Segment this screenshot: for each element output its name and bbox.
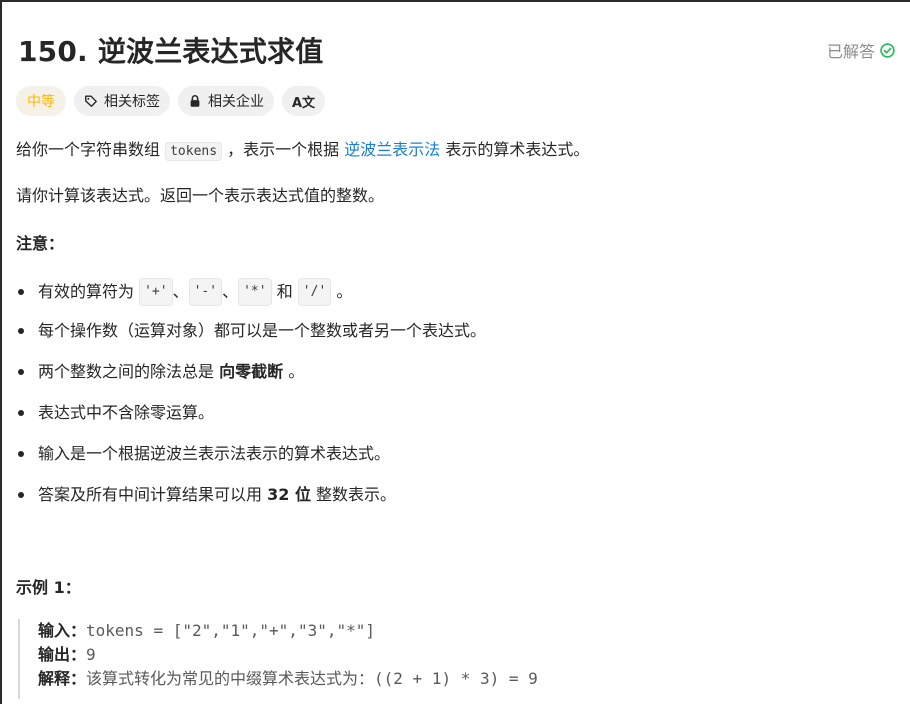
- list-item: 输入是一个根据逆波兰表示法表示的算术表达式。: [16, 442, 390, 466]
- text: 表示的算术表达式。: [445, 140, 590, 159]
- related-tags-button[interactable]: 相关标签: [74, 86, 170, 116]
- list-item: 每个操作数（运算对象）都可以是一个整数或者另一个表达式。: [16, 319, 486, 343]
- related-companies-button[interactable]: 相关企业: [178, 86, 274, 116]
- check-circle-icon: [880, 42, 895, 58]
- related-companies-label: 相关企业: [208, 94, 264, 110]
- inline-code: '/': [297, 278, 332, 306]
- bold-text: 向零截断: [219, 362, 284, 381]
- example-output: 输出：9: [38, 643, 878, 667]
- text: 、: [222, 282, 239, 301]
- solved-status: 已解答: [827, 38, 896, 62]
- text: 给你一个字符串数组: [16, 140, 161, 159]
- example-heading: 示例 1：: [16, 578, 81, 597]
- inline-code: '+': [139, 278, 173, 306]
- list-item: 两个整数之间的除法总是 向零截断 。: [16, 360, 304, 384]
- list-item: 表达式中不含除零运算。: [16, 401, 214, 425]
- output-value: 9: [86, 645, 96, 664]
- inline-code: '-': [188, 278, 223, 306]
- input-label: 输入：: [38, 621, 87, 640]
- translate-icon: A文: [292, 95, 316, 111]
- text: 两个整数之间的除法总是: [38, 362, 215, 381]
- text: 输入是一个根据逆波兰表示法表示的算术表达式。: [38, 444, 391, 463]
- list-item: 答案及所有中间计算结果可以用 32 位 整数表示。: [16, 483, 396, 507]
- bullet-icon: [18, 492, 24, 498]
- rpn-link[interactable]: 逆波兰表示法: [344, 140, 440, 159]
- example-explanation: 解释：该算式转化为常见的中缀算术表达式为：((2 + 1) * 3) = 9: [38, 667, 878, 691]
- text: 表达式中不含除零运算。: [38, 403, 215, 422]
- related-tags-label: 相关标签: [104, 94, 160, 110]
- text: 有效的算符为: [38, 282, 135, 301]
- inline-code-tokens: tokens: [165, 142, 223, 161]
- desc-paragraph-1: 给你一个字符串数组 tokens ，表示一个根据 逆波兰表示法 表示的算术表达式…: [16, 138, 589, 164]
- explain-label: 解释：: [38, 669, 87, 688]
- example-input: 输入：tokens = ["2","1","+","3","*"]: [38, 619, 878, 643]
- input-value: tokens = ["2","1","+","3","*"]: [86, 621, 375, 640]
- lock-icon: [190, 95, 200, 107]
- example-block: 输入：tokens = ["2","1","+","3","*"] 输出：9 解…: [18, 619, 878, 699]
- solved-label: 已解答: [826, 42, 875, 61]
- bullet-icon: [18, 289, 24, 295]
- desc-paragraph-2: 请你计算该表达式。返回一个表示表达式值的整数。: [16, 186, 385, 205]
- list-item: 有效的算符为 '+' 、 '-' 、 '*' 和 '/' 。: [16, 278, 352, 306]
- bold-text: 32 位: [267, 485, 311, 504]
- tag-bar: 中等 相关标签 相关企业 A文: [16, 86, 326, 116]
- difficulty-badge[interactable]: 中等: [16, 86, 66, 116]
- text: 。: [288, 362, 305, 381]
- text: 整数表示。: [316, 485, 397, 504]
- bullet-icon: [18, 369, 24, 375]
- inline-code: '*': [238, 278, 272, 306]
- translate-button[interactable]: A文: [282, 86, 326, 116]
- problem-title[interactable]: 150. 逆波兰表达式求值: [18, 30, 323, 70]
- bullet-icon: [18, 410, 24, 416]
- text: 和: [276, 282, 293, 301]
- text: 。: [336, 282, 353, 301]
- explain-value: 该算式转化为常见的中缀算术表达式为：((2 + 1) * 3) = 9: [86, 669, 538, 688]
- output-label: 输出：: [38, 645, 87, 664]
- title-row: 150. 逆波兰表达式求值 已解答: [16, 30, 896, 70]
- tag-icon: [85, 95, 97, 107]
- note-heading: 注意：: [16, 234, 65, 253]
- text: 每个操作数（运算对象）都可以是一个整数或者另一个表达式。: [38, 321, 487, 340]
- bullet-icon: [18, 328, 24, 334]
- bullet-icon: [18, 451, 24, 457]
- text: 答案及所有中间计算结果可以用: [38, 485, 263, 504]
- text: 、: [172, 282, 189, 301]
- text: ，表示一个根据: [227, 140, 340, 159]
